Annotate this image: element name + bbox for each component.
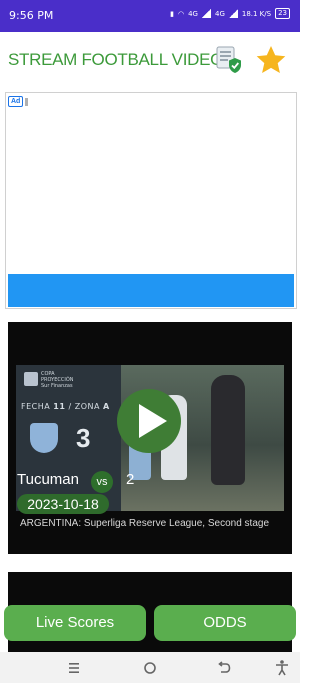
app-header: STREAM FOOTBALL VIDEOS (0, 32, 300, 88)
ad-badge: Ad (8, 96, 24, 107)
away-team-name: 2 (126, 471, 135, 488)
fecha-zona-label: FECHA 11 / ZONA A (21, 402, 110, 411)
competition-name: COPA PROYECCIÓN Sur Finanzas (41, 371, 74, 389)
favorite-star-icon[interactable] (255, 44, 287, 76)
status-time: 9:56 PM (9, 9, 54, 22)
back-icon[interactable] (214, 658, 234, 678)
league-name: ARGENTINA: Superliga Reserve League, Sec… (20, 518, 270, 529)
signal-icon (201, 9, 211, 18)
video-card[interactable]: COPA PROYECCIÓN Sur Finanzas FECHA 11 / … (8, 322, 292, 554)
live-scores-button[interactable]: Live Scores (4, 605, 146, 641)
network-label-b: 4G (214, 9, 225, 18)
club-crest-icon (30, 423, 58, 453)
status-bar: 9:56 PM ▮ ◠ 4G 4G 18.1 K/S 23 (0, 0, 300, 32)
vs-badge: vs (91, 471, 113, 493)
battery-icon: 23 (275, 8, 290, 19)
ad-cta-bar[interactable] (8, 274, 294, 307)
ad-banner[interactable]: Ad (5, 92, 297, 309)
system-nav-bar (0, 652, 300, 683)
verified-document-icon (216, 46, 241, 73)
player-figure (211, 375, 245, 485)
odds-button[interactable]: ODDS (154, 605, 296, 641)
wifi-icon: ◠ (177, 9, 185, 18)
status-icons: ▮ ◠ 4G 4G 18.1 K/S 23 (170, 8, 290, 19)
home-icon[interactable] (140, 658, 160, 678)
play-button[interactable] (117, 389, 181, 453)
match-date: 2023-10-18 (17, 494, 109, 514)
network-speed: 18.1 K/S (241, 9, 272, 18)
network-label-a: 4G (188, 9, 198, 18)
ad-info-icon[interactable] (25, 98, 28, 106)
signal-icon-2 (228, 9, 238, 18)
recent-apps-icon[interactable] (64, 658, 84, 678)
home-team-name: Tucuman (17, 471, 79, 488)
app-title: STREAM FOOTBALL VIDEOS (8, 50, 235, 69)
thumbnail-score: 3 (76, 423, 91, 453)
competition-logo-icon (24, 372, 38, 386)
accessibility-icon[interactable] (272, 658, 292, 678)
sim-icon: ▮ (170, 9, 174, 18)
play-icon (139, 404, 167, 438)
